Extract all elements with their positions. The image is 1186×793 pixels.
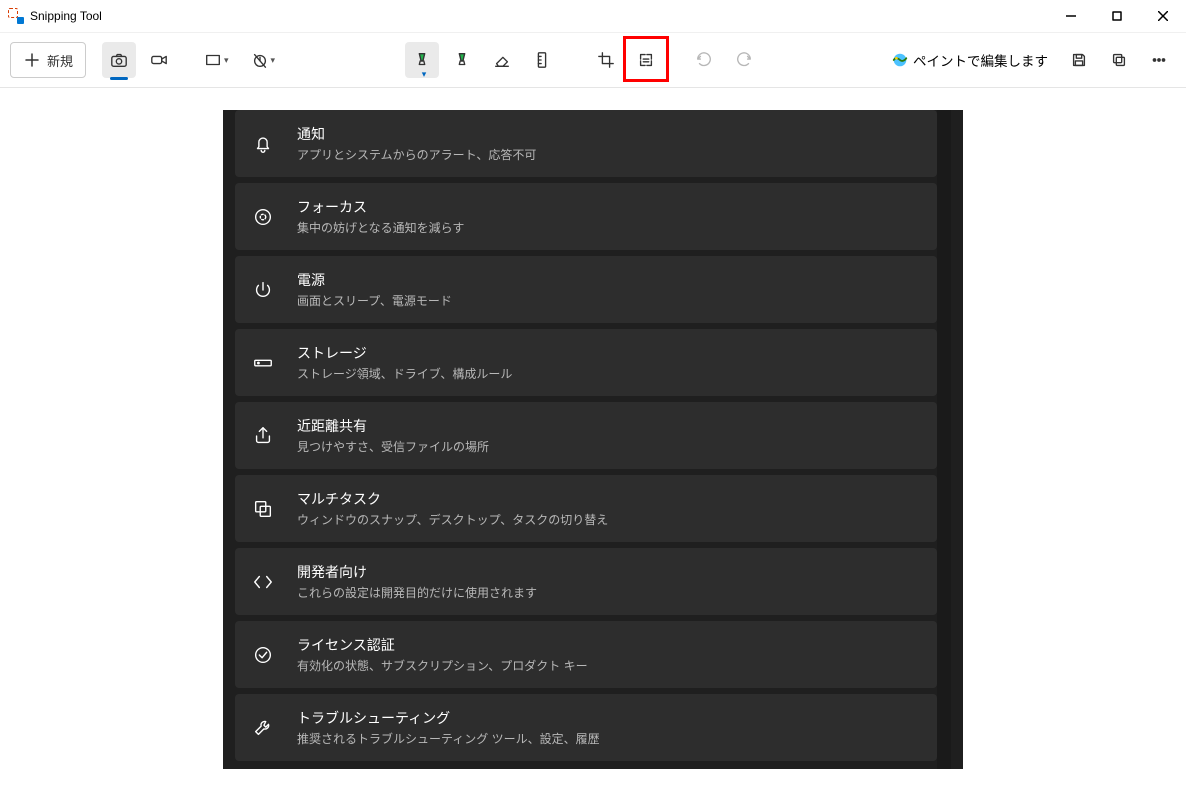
redo-button[interactable] [727, 42, 761, 78]
settings-row[interactable]: 通知アプリとシステムからのアラート、応答不可 [235, 110, 937, 177]
storage-icon [251, 351, 275, 375]
paint-icon [891, 51, 909, 69]
rectangle-icon [204, 51, 222, 69]
settings-row-title: ライセンス認証 [297, 635, 588, 655]
settings-row[interactable]: 開発者向けこれらの設定は開発目的だけに使用されます [235, 548, 937, 615]
settings-row-title: ストレージ [297, 343, 512, 363]
settings-row-desc: これらの設定は開発目的だけに使用されます [297, 584, 537, 601]
text-extract-icon [637, 51, 655, 69]
window-title: Snipping Tool [30, 9, 102, 23]
check-icon [251, 643, 275, 667]
settings-row-title: フォーカス [297, 197, 464, 217]
ruler-button[interactable] [525, 42, 559, 78]
camera-icon [110, 51, 128, 69]
settings-row-desc: ストレージ領域、ドライブ、構成ルール [297, 365, 512, 382]
highlighter-icon [453, 51, 471, 69]
settings-row-desc: 推奨されるトラブルシューティング ツール、設定、履歴 [297, 730, 600, 747]
settings-row-desc: アプリとシステムからのアラート、応答不可 [297, 146, 536, 163]
chevron-down-icon: ▾ [224, 55, 229, 66]
video-icon [150, 51, 168, 69]
more-icon [1150, 51, 1168, 69]
redo-icon [735, 51, 753, 69]
capture-canvas: 通知アプリとシステムからのアラート、応答不可フォーカス集中の妨げとなる通知を減ら… [0, 88, 1186, 793]
scrollbar[interactable] [937, 110, 951, 769]
maximize-button[interactable] [1094, 0, 1140, 32]
text-actions-button[interactable] [629, 42, 663, 78]
copy-icon [1110, 51, 1128, 69]
settings-row[interactable]: ライセンス認証有効化の状態、サブスクリプション、プロダクト キー [235, 621, 937, 688]
focus-icon [251, 205, 275, 229]
settings-row-title: トラブルシューティング [297, 708, 600, 728]
share-icon [251, 424, 275, 448]
edit-in-paint-button[interactable]: ペイントで編集します [883, 42, 1056, 78]
settings-row[interactable]: フォーカス集中の妨げとなる通知を減らす [235, 183, 937, 250]
titlebar: Snipping Tool [0, 0, 1186, 32]
video-mode-button[interactable] [142, 42, 176, 78]
settings-row-desc: 画面とスリープ、電源モード [297, 292, 452, 309]
ruler-icon [533, 51, 551, 69]
settings-row[interactable]: 電源画面とスリープ、電源モード [235, 256, 937, 323]
settings-row[interactable]: ストレージストレージ領域、ドライブ、構成ルール [235, 329, 937, 396]
eraser-button[interactable] [485, 42, 519, 78]
settings-row-title: 電源 [297, 270, 452, 290]
power-icon [251, 278, 275, 302]
eraser-icon [493, 51, 511, 69]
multitask-icon [251, 497, 275, 521]
more-button[interactable] [1142, 42, 1176, 78]
no-delay-icon [251, 51, 269, 69]
settings-row-title: マルチタスク [297, 489, 608, 509]
highlighter-selected-button[interactable]: ▾ [405, 42, 439, 78]
undo-button[interactable] [687, 42, 721, 78]
crop-button[interactable] [589, 42, 623, 78]
save-button[interactable] [1062, 42, 1096, 78]
copy-button[interactable] [1102, 42, 1136, 78]
captured-settings-panel: 通知アプリとシステムからのアラート、応答不可フォーカス集中の妨げとなる通知を減ら… [223, 110, 963, 769]
snip-shape-dropdown[interactable]: ▾ [196, 42, 237, 78]
settings-row-desc: 集中の妨げとなる通知を減らす [297, 219, 464, 236]
settings-row-desc: 有効化の状態、サブスクリプション、プロダクト キー [297, 657, 588, 674]
settings-row[interactable]: トラブルシューティング推奨されるトラブルシューティング ツール、設定、履歴 [235, 694, 937, 761]
screenshot-mode-button[interactable] [102, 42, 136, 78]
app-icon [8, 8, 24, 24]
close-button[interactable] [1140, 0, 1186, 32]
chevron-down-icon: ▾ [422, 69, 427, 80]
settings-row-desc: ウィンドウのスナップ、デスクトップ、タスクの切り替え [297, 511, 608, 528]
undo-icon [695, 51, 713, 69]
settings-row-desc: 見つけやすさ、受信ファイルの場所 [297, 438, 489, 455]
chevron-down-icon: ▾ [271, 55, 276, 66]
highlighter-button[interactable] [445, 42, 479, 78]
settings-row-title: 近距離共有 [297, 416, 489, 436]
crop-icon [597, 51, 615, 69]
highlighter-icon [413, 51, 431, 69]
minimize-button[interactable] [1048, 0, 1094, 32]
settings-row-title: 開発者向け [297, 562, 537, 582]
settings-row-title: 通知 [297, 124, 536, 144]
wrench-icon [251, 716, 275, 740]
edit-in-paint-label: ペイントで編集します [913, 50, 1048, 70]
settings-row[interactable]: 近距離共有見つけやすさ、受信ファイルの場所 [235, 402, 937, 469]
bell-icon [251, 132, 275, 156]
toolbar: 新規 ▾ ▾ ▾ [0, 32, 1186, 88]
delay-dropdown[interactable]: ▾ [243, 42, 284, 78]
dev-icon [251, 570, 275, 594]
plus-icon [23, 51, 41, 69]
new-button[interactable]: 新規 [10, 42, 86, 78]
settings-row[interactable]: マルチタスクウィンドウのスナップ、デスクトップ、タスクの切り替え [235, 475, 937, 542]
save-icon [1070, 51, 1088, 69]
new-button-label: 新規 [47, 51, 73, 70]
